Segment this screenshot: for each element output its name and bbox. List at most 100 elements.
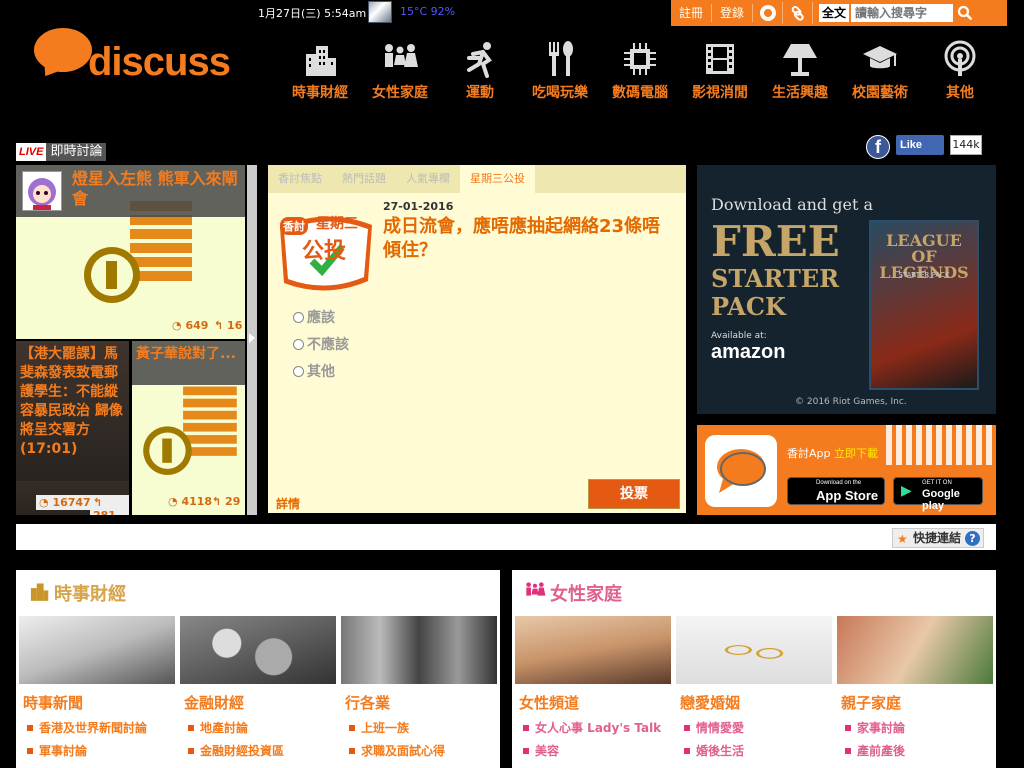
search-scope-select[interactable]: 全文	[819, 4, 850, 22]
tab-hot[interactable]: 熱門話題	[332, 165, 396, 193]
section-women: 女性家庭 女性頻道 女人心事 Lady's Talk 美容 戀愛婚姻 情情愛愛婚後…	[512, 570, 996, 768]
forum-link[interactable]: 軍事討論	[27, 742, 175, 759]
coins-image	[180, 616, 336, 684]
site-logo[interactable]: discuss	[34, 28, 244, 88]
help-icon[interactable]: ?	[965, 531, 980, 546]
forum-link[interactable]: 金融財經投資區	[188, 742, 336, 759]
quicklinks-label: 快捷連結	[912, 531, 961, 545]
search-icon	[957, 5, 973, 21]
search-input[interactable]	[851, 4, 954, 22]
appstore-badge[interactable]: Download on the App Store	[787, 477, 885, 505]
rings-image	[676, 616, 832, 684]
forum-link[interactable]: 香港及世界新聞討論	[27, 719, 175, 736]
facebook-like-button[interactable]: Like	[896, 135, 944, 155]
badge-main: 公投	[302, 239, 347, 264]
radio-icon[interactable]	[293, 312, 304, 323]
register-link[interactable]: 註冊	[671, 4, 713, 22]
coins-icon	[143, 386, 237, 475]
forum-link[interactable]: 產前產後	[845, 742, 993, 759]
radio-icon[interactable]	[293, 366, 304, 377]
tab-columns[interactable]: 人氣專欄	[396, 165, 460, 193]
column-family: 親子家庭 家事討論產前產後	[837, 616, 993, 759]
nav-label: 時事財經	[292, 85, 348, 101]
logo-bubble-icon	[34, 28, 92, 72]
forum-link[interactable]: 地產討論	[188, 719, 336, 736]
runner-icon	[467, 42, 492, 78]
nav-item-lifestyle[interactable]: 生活興趣	[760, 40, 840, 104]
nav-item-news[interactable]: 時事財經	[280, 40, 360, 104]
nav-label: 運動	[466, 85, 494, 101]
nav-item-women[interactable]: 女性家庭	[360, 40, 440, 104]
facebook-like-count: 144k	[950, 135, 982, 155]
nav-item-campus[interactable]: 校園藝術	[840, 40, 920, 104]
column-love: 戀愛婚姻 情情愛愛婚後生活	[676, 616, 832, 759]
tile-views-count: 4118	[181, 495, 213, 508]
tab-focus[interactable]: 香討焦點	[268, 165, 332, 193]
poll-tabs: 香討焦點 熱門話題 人氣專欄 星期三公投	[268, 165, 686, 193]
live-tile-2[interactable]: 【港大罷課】馬斐森發表致電郵護學生：不能縱容暴民政治 歸像將呈交署方 (17:0…	[16, 341, 129, 515]
ring-icon	[759, 5, 776, 21]
section-title: 女性家庭	[550, 584, 622, 605]
column-head[interactable]: 戀愛婚姻	[680, 692, 832, 713]
google-play-badge[interactable]: ▶ GET IT ON Google play	[893, 477, 983, 512]
quicklinks-button[interactable]: ★ 快捷連結 ?	[891, 528, 984, 548]
poll-badge: 香討 星期三 公投	[276, 207, 376, 297]
poll-date: 27-01-2016	[383, 200, 454, 213]
column-head[interactable]: 行各業	[345, 692, 497, 713]
radio-icon[interactable]	[293, 339, 304, 350]
ad-app-download[interactable]: 香討App 立即下載 Download on the App Store ▶ G…	[697, 425, 996, 515]
tile-views: ◔ 16747	[36, 495, 94, 510]
app-logo-icon	[705, 435, 777, 507]
ring-button[interactable]	[753, 2, 784, 24]
top-bar: 1月27日(三) 5:54am 15°C 92% 註冊 登錄 全文	[0, 0, 1024, 26]
vote-button[interactable]: 投票	[588, 479, 680, 509]
live-badge: LIVE	[16, 143, 47, 161]
forum-link[interactable]: 女人心事 Lady's Talk	[523, 719, 671, 736]
weather-text: 15°C 92%	[400, 5, 456, 18]
forum-link[interactable]: 上班一族	[349, 719, 497, 736]
nav-item-entertainment[interactable]: 影視消閒	[680, 40, 760, 104]
ad-pack: PACK	[711, 292, 786, 321]
poll-detail-link[interactable]: 詳情	[276, 495, 300, 512]
live-tile-1[interactable]: 燈星入左熊 熊軍入來閘會 ◔ 649 ↰ 16	[16, 165, 245, 339]
poll-option-2[interactable]: 不應該	[293, 334, 349, 354]
forum-link[interactable]: 求職及面試心得	[349, 742, 497, 759]
arrow-right-icon	[249, 333, 255, 343]
column-news: 時事新聞 香港及世界新聞討論 軍事討論	[19, 616, 175, 759]
forum-link[interactable]: 美容	[523, 742, 671, 759]
search-button[interactable]	[953, 2, 977, 24]
tile-replies-count: 29	[225, 495, 241, 508]
nav-item-digital[interactable]: 數碼電腦	[600, 40, 680, 104]
column-head[interactable]: 女性頻道	[519, 692, 671, 713]
column-head[interactable]: 時事新聞	[23, 692, 175, 713]
tab-wednesday-poll[interactable]: 星期三公投	[460, 165, 535, 193]
poll-option-3[interactable]: 其他	[293, 361, 335, 381]
nav-item-food[interactable]: 吃喝玩樂	[520, 40, 600, 104]
forum-link[interactable]: 家事討論	[845, 719, 993, 736]
nav-item-other[interactable]: 其他	[920, 40, 1000, 104]
family-image	[837, 616, 993, 684]
nav-label: 生活興趣	[772, 85, 828, 101]
tile-replies: ↰ 29	[212, 495, 241, 508]
buildings-icon	[306, 46, 336, 76]
ad-copyright: © 2016 Riot Games, Inc.	[795, 397, 907, 407]
chip-icon	[624, 43, 656, 75]
poll-option-1[interactable]: 應該	[293, 307, 335, 327]
column-head[interactable]: 親子家庭	[841, 692, 993, 713]
forum-link[interactable]: 情情愛愛	[684, 719, 832, 736]
forum-link[interactable]: 婚後生活	[684, 742, 832, 759]
column-head[interactable]: 金融財經	[184, 692, 336, 713]
tile-replies-count: 281	[93, 509, 116, 515]
nav-label: 數碼電腦	[612, 85, 668, 101]
facebook-icon[interactable]: f	[866, 135, 890, 159]
app-text: 香討App 立即下載	[787, 445, 878, 461]
ad-line1: Download and get a	[711, 195, 874, 214]
ad-league-of-legends[interactable]: LEAGUE OF LEGENDS STARTER PACK Download …	[697, 165, 996, 414]
nav-item-sports[interactable]: 運動	[440, 40, 520, 104]
column-finance: 金融財經 地產討論金融財經投資區	[180, 616, 336, 759]
live-tile-3[interactable]: 黃子華說對了... ◔ 4118 ↰ 29	[132, 341, 245, 515]
link-button[interactable]	[783, 2, 814, 24]
carousel-handle[interactable]	[247, 165, 257, 515]
login-link[interactable]: 登錄	[712, 4, 754, 22]
newspaper-image	[19, 616, 175, 684]
